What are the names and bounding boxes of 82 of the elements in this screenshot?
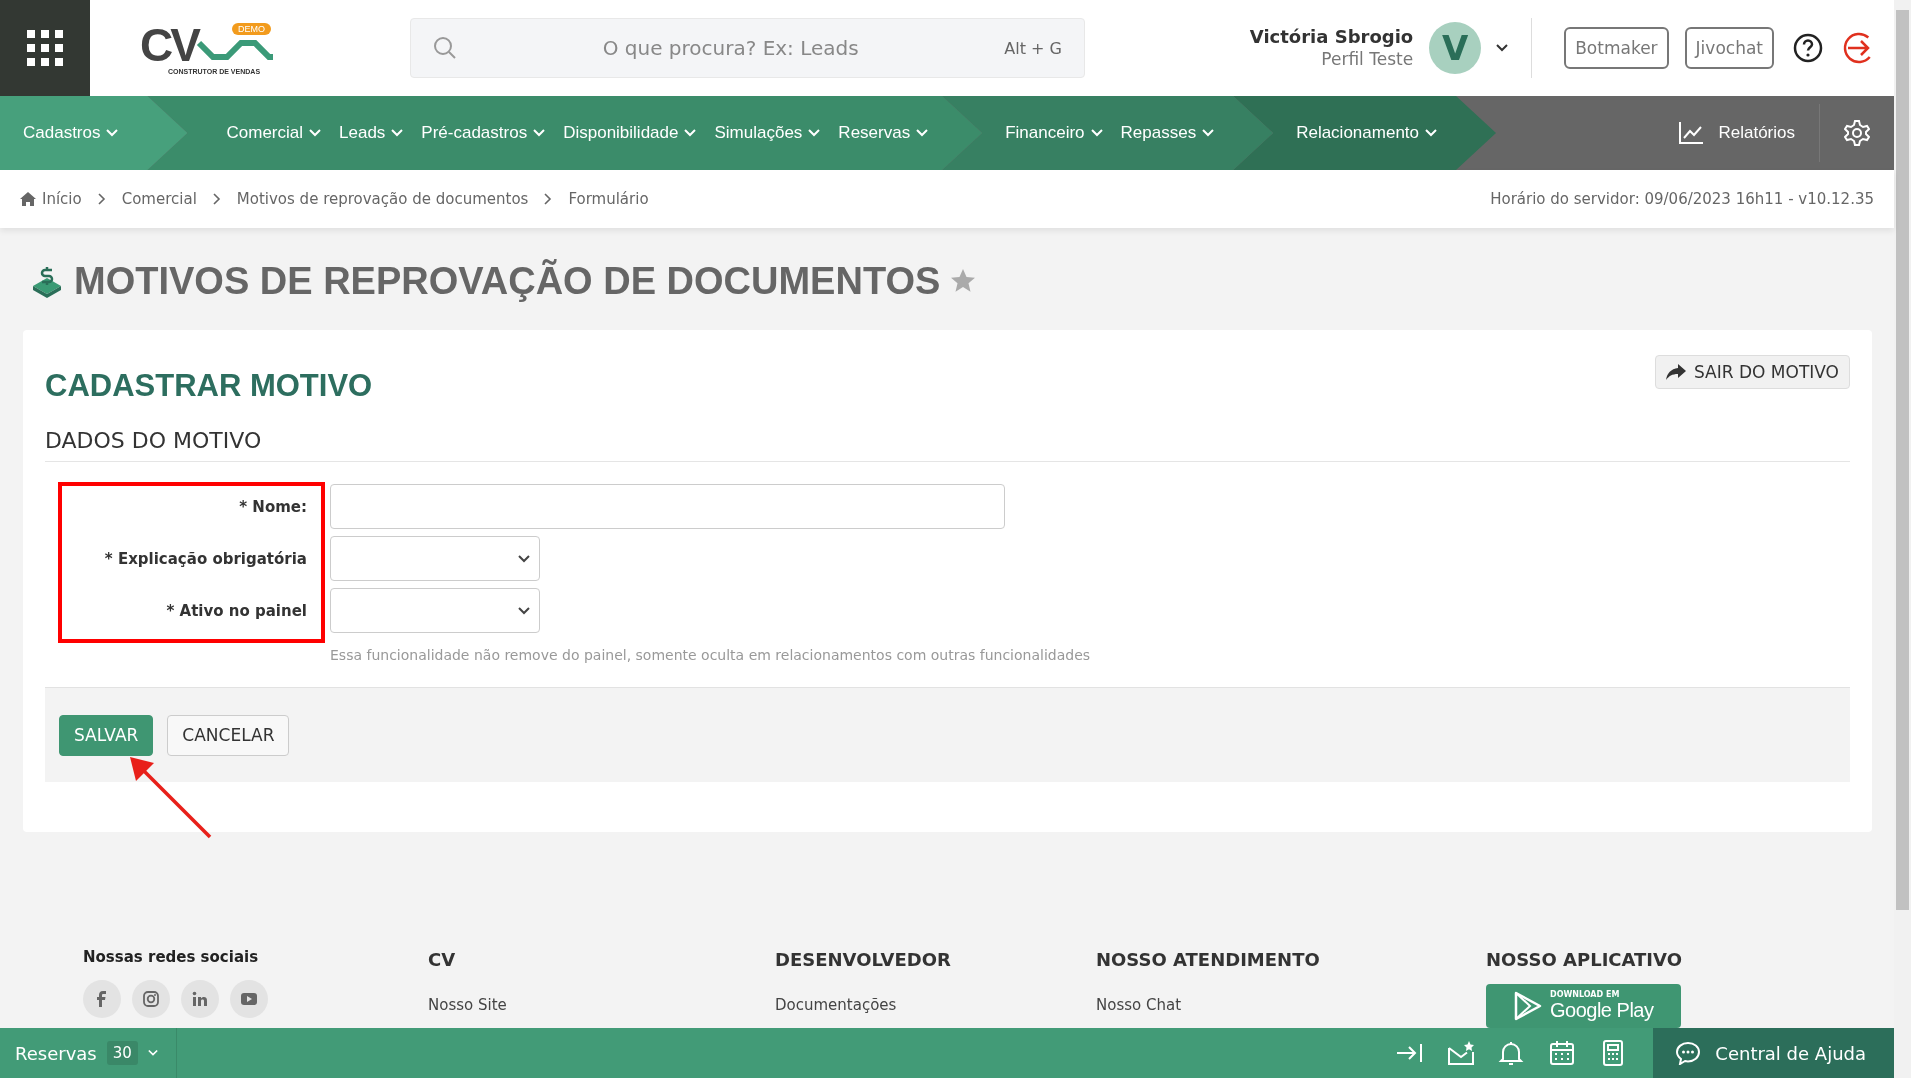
page-title: MOTIVOS DE REPROVAÇÃO DE DOCUMENTOS: [74, 259, 941, 303]
field-label: * Explicação obrigatória: [103, 549, 307, 568]
save-button[interactable]: SALVAR: [59, 714, 154, 756]
chevron-right-icon: [212, 193, 221, 205]
shortcut-hint: Alt + G: [1004, 38, 1062, 58]
help-center-button[interactable]: Central de Ajuda: [1653, 1028, 1894, 1078]
chevron-down-icon: [106, 129, 119, 137]
money-box-icon: [30, 264, 64, 298]
nav-menu-item[interactable]: Repasses: [1111, 123, 1224, 143]
settings-icon[interactable]: [1844, 120, 1870, 146]
grid-icon: [27, 30, 63, 66]
chat-bubble-icon: [1675, 1041, 1702, 1065]
play-triangle-icon: [1514, 991, 1542, 1021]
chevron-down-icon: [1202, 129, 1215, 137]
footer-link[interactable]: Nosso Site: [428, 996, 775, 1014]
chevron-down-icon: [1425, 129, 1437, 137]
breadcrumb-link[interactable]: Início: [20, 190, 82, 208]
chevron-down-icon: [517, 606, 531, 615]
share-arrow-icon: [1666, 364, 1686, 380]
chevron-right-icon: [544, 193, 553, 205]
chevron-down-icon: [684, 129, 697, 137]
select-field[interactable]: [330, 536, 540, 581]
input-field[interactable]: [330, 484, 1005, 529]
footer-heading: DESENVOLVEDOR: [775, 949, 952, 970]
bell-icon[interactable]: [1498, 1040, 1526, 1066]
breadcrumb-link[interactable]: Motivos de reprovação de documentos: [236, 190, 529, 208]
help-icon[interactable]: [1792, 32, 1824, 64]
footer-heading: CV: [428, 949, 457, 970]
reports-link[interactable]: Relatórios: [1654, 96, 1819, 170]
chevron-down-icon: [147, 1049, 158, 1057]
form-title: CADASTRAR MOTIVO: [45, 368, 373, 404]
integration-button[interactable]: Botmaker: [1564, 27, 1669, 69]
nav-menu-item[interactable]: Pré-cadastros: [412, 123, 555, 143]
footer-heading: Nossas redes sociais: [83, 948, 260, 966]
cancel-button[interactable]: CANCELAR: [167, 714, 290, 756]
select-field[interactable]: [330, 588, 540, 633]
user-name: Victória Sbrogio: [1249, 26, 1414, 48]
chevron-down-icon: [517, 554, 531, 563]
linkedin-icon[interactable]: [192, 991, 208, 1007]
star-icon[interactable]: [950, 268, 977, 294]
chevron-down-icon: [916, 129, 929, 137]
field-label: * Nome:: [238, 497, 307, 516]
mail-star-icon[interactable]: [1447, 1040, 1475, 1066]
home-icon: [20, 192, 36, 206]
user-avatar[interactable]: V: [1429, 22, 1482, 74]
chevron-right-icon: [97, 193, 106, 205]
nav-menu-item[interactable]: Reservas: [829, 123, 938, 143]
search-icon: [433, 36, 457, 60]
nav-menu-item[interactable]: Financeiro: [996, 123, 1112, 143]
footer-link[interactable]: Documentações: [775, 996, 1096, 1014]
section-title: DADOS DO MOTIVO: [45, 428, 1850, 462]
integration-button[interactable]: Jivochat: [1684, 27, 1774, 69]
reservations-toggle[interactable]: Reservas 30: [0, 1028, 177, 1078]
nav-menu-item[interactable]: Leads: [330, 123, 413, 143]
user-profile: Perfil Teste: [1320, 48, 1414, 70]
breadcrumb-link[interactable]: Comercial: [121, 190, 197, 208]
chevron-down-icon: [309, 129, 321, 137]
line-chart-icon: [1678, 121, 1705, 145]
footer-heading: NOSSO APLICATIVO: [1486, 949, 1682, 970]
chevron-down-icon: [391, 129, 404, 137]
nav-menu-item[interactable]: Relacionamento: [1287, 123, 1446, 143]
server-time: Horário do servidor: 09/06/2023 16h11 - v10.12.35: [1490, 190, 1874, 208]
count-badge: 30: [106, 1041, 138, 1065]
nav-menu-item[interactable]: Disponibilidade: [554, 123, 706, 143]
chevron-down-icon: [1495, 44, 1510, 52]
google-play-badge[interactable]: DOWNLOAD EM Google Play: [1486, 984, 1681, 1028]
chevron-down-icon: [808, 129, 821, 137]
field-label: * Ativo no painel: [165, 601, 307, 620]
footer-heading: NOSSO ATENDIMENTO: [1096, 949, 1321, 970]
field-hint: Essa funcionalidade não remove do painel, somente oculta em relacionamentos com outras funcionalidades: [330, 647, 1092, 663]
footer-link[interactable]: Nosso Chat: [1096, 996, 1486, 1014]
exit-button[interactable]: SAIR DO MOTIVO: [1655, 355, 1850, 389]
chevron-down-icon: [1090, 129, 1103, 137]
apps-menu-button[interactable]: [0, 0, 90, 96]
nav-menu-item[interactable]: Cadastros: [14, 123, 128, 143]
calendar-icon[interactable]: [1549, 1040, 1577, 1066]
youtube-icon[interactable]: [241, 991, 257, 1007]
chevron-down-icon: [533, 129, 546, 137]
nav-menu-item[interactable]: Comercial: [217, 123, 330, 143]
search-field[interactable]: O que procura? Ex: Leads Alt + G: [410, 18, 1085, 78]
nav-menu-item[interactable]: Simulações: [705, 123, 830, 143]
instagram-icon[interactable]: [143, 991, 159, 1007]
